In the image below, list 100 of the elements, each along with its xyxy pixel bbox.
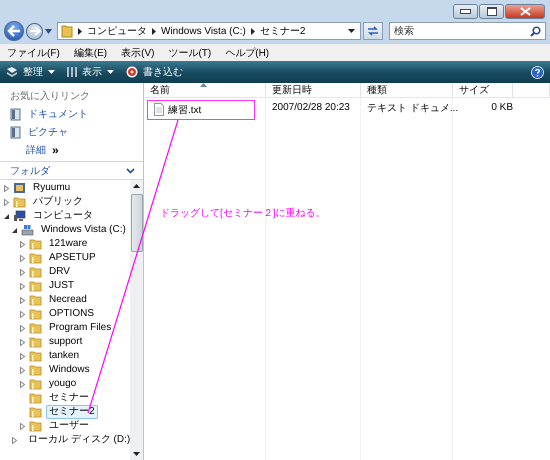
folder-icon — [29, 364, 42, 376]
back-button[interactable] — [4, 21, 24, 41]
computer-icon — [13, 210, 26, 222]
collapsed-arrow-icon[interactable] — [19, 324, 26, 332]
forward-button[interactable] — [26, 22, 43, 40]
breadcrumb-segment[interactable]: コンピュータ — [87, 24, 147, 38]
chevron-icon[interactable] — [250, 28, 255, 34]
favorite-link[interactable]: ピクチャ — [28, 125, 68, 139]
refresh-icon[interactable] — [366, 25, 380, 37]
tree-item[interactable]: セミナー — [46, 391, 92, 405]
collapsed-arrow-icon[interactable] — [3, 184, 10, 192]
collapsed-arrow-icon[interactable] — [19, 254, 26, 262]
collapsed-arrow-icon[interactable] — [19, 240, 26, 248]
scrollbar[interactable] — [130, 180, 143, 460]
annotation-text: ドラッグして[セミナー２]に重ねる。 — [160, 206, 327, 220]
tree-item[interactable]: ユーザー — [46, 419, 92, 433]
tree-item[interactable]: JUST — [46, 279, 77, 293]
breadcrumb-segment[interactable]: Windows Vista (C:) — [161, 26, 246, 36]
folder-icon — [29, 322, 42, 334]
collapsed-arrow-icon[interactable] — [19, 310, 26, 318]
collapse-chevron-icon[interactable] — [126, 168, 135, 174]
menu-item[interactable]: ファイル(F) — [7, 46, 60, 60]
search-icon[interactable] — [530, 26, 541, 37]
folder-icon — [29, 406, 42, 418]
tree-item[interactable]: DRV — [46, 265, 73, 279]
file-name[interactable]: 練習.txt — [147, 100, 255, 120]
tree-item[interactable]: OPTIONS — [46, 307, 98, 321]
folder-icon — [29, 266, 42, 278]
tree-item[interactable]: Necread — [46, 293, 90, 307]
collapsed-arrow-icon[interactable] — [19, 268, 26, 276]
more-link[interactable]: 詳細 — [26, 143, 46, 157]
close-button[interactable] — [505, 4, 545, 19]
user-folder-icon — [13, 182, 26, 194]
minimize-button[interactable] — [453, 4, 478, 19]
column-header[interactable]: 種類 — [361, 83, 453, 97]
chevron-icon[interactable] — [78, 28, 82, 34]
document-icon[interactable] — [10, 126, 21, 138]
expanded-arrow-icon[interactable] — [3, 212, 10, 220]
tree-item[interactable]: tanken — [46, 349, 82, 363]
tree-item[interactable]: Ryuumu — [30, 181, 74, 195]
document-icon[interactable] — [10, 108, 21, 120]
tree-item[interactable]: support — [46, 335, 86, 349]
back-arrow-icon[interactable] — [7, 25, 21, 37]
refresh-button[interactable] — [363, 22, 383, 40]
history-dropdown-icon[interactable] — [45, 28, 52, 34]
dropdown-arrow-icon[interactable] — [348, 29, 355, 33]
help-button[interactable] — [531, 66, 544, 78]
collapsed-arrow-icon[interactable] — [19, 338, 26, 346]
folder-icon — [29, 350, 42, 362]
address-bar[interactable]: コンピュータ Windows Vista (C:) セミナー2 — [57, 22, 361, 40]
scroll-down-icon[interactable] — [133, 452, 140, 456]
toolbar-button[interactable]: 整理 — [6, 65, 55, 79]
breadcrumb-segment[interactable]: セミナー2 — [260, 24, 306, 38]
tree-item[interactable]: パブリック — [30, 195, 86, 209]
toolbar-button[interactable]: 表示 — [67, 65, 114, 79]
tree-item[interactable]: セミナー2 — [46, 405, 98, 419]
toolbar-button[interactable]: 書き込む — [126, 65, 183, 79]
tree-item[interactable]: ローカル ディスク (D:) — [25, 433, 130, 447]
drive-icon — [21, 224, 34, 236]
collapsed-arrow-icon[interactable] — [19, 422, 26, 430]
close-icon[interactable] — [520, 7, 530, 16]
tree-item[interactable]: yougo — [46, 377, 80, 391]
sort-arrow-icon — [200, 83, 207, 87]
folder-icon — [13, 196, 26, 208]
dropdown-arrow-icon — [48, 70, 55, 74]
collapsed-arrow-icon[interactable] — [19, 282, 26, 290]
tree-item[interactable]: Windows — [46, 363, 93, 377]
pages-icon — [6, 66, 18, 78]
menu-item[interactable]: ツール(T) — [168, 46, 212, 60]
tree-item[interactable]: APSETUP — [46, 251, 99, 265]
column-header[interactable]: 名前 — [144, 83, 266, 97]
tree-item[interactable]: 121ware — [46, 237, 90, 251]
column-header[interactable]: 更新日時 — [266, 83, 361, 97]
tree-item[interactable]: Program Files — [46, 321, 114, 335]
search-field[interactable]: 検索 — [389, 22, 546, 40]
maximize-button[interactable] — [479, 4, 504, 19]
folder-icon — [29, 308, 42, 320]
collapsed-arrow-icon[interactable] — [3, 198, 10, 206]
dropdown-arrow-icon — [107, 70, 114, 74]
menu-item[interactable]: ヘルプ(H) — [225, 46, 270, 60]
collapsed-arrow-icon[interactable] — [19, 352, 26, 360]
column-header[interactable]: サイズ — [453, 83, 513, 97]
collapsed-arrow-icon[interactable] — [19, 380, 26, 388]
folders-heading[interactable]: フォルダ — [10, 164, 50, 178]
collapsed-arrow-icon[interactable] — [19, 296, 26, 304]
menu-item[interactable]: 表示(V) — [121, 46, 154, 60]
favorite-link[interactable]: ドキュメント — [28, 107, 88, 121]
collapsed-arrow-icon[interactable] — [11, 436, 18, 444]
folder-icon — [29, 378, 42, 390]
tree-item[interactable]: Windows Vista (C:) — [38, 223, 129, 237]
chevron-icon[interactable] — [152, 28, 156, 34]
table-cell: 2007/02/28 20:23 — [272, 102, 350, 113]
table-cell: 0 KB — [491, 102, 513, 113]
scroll-up-icon[interactable] — [133, 184, 140, 188]
tree-item[interactable]: コンピュータ — [30, 209, 96, 223]
collapsed-arrow-icon[interactable] — [19, 366, 26, 374]
more-chevrons[interactable]: » — [52, 144, 59, 156]
expanded-arrow-icon[interactable] — [11, 226, 18, 234]
scrollbar-thumb[interactable] — [130, 194, 142, 252]
menu-item[interactable]: 編集(E) — [74, 46, 108, 60]
